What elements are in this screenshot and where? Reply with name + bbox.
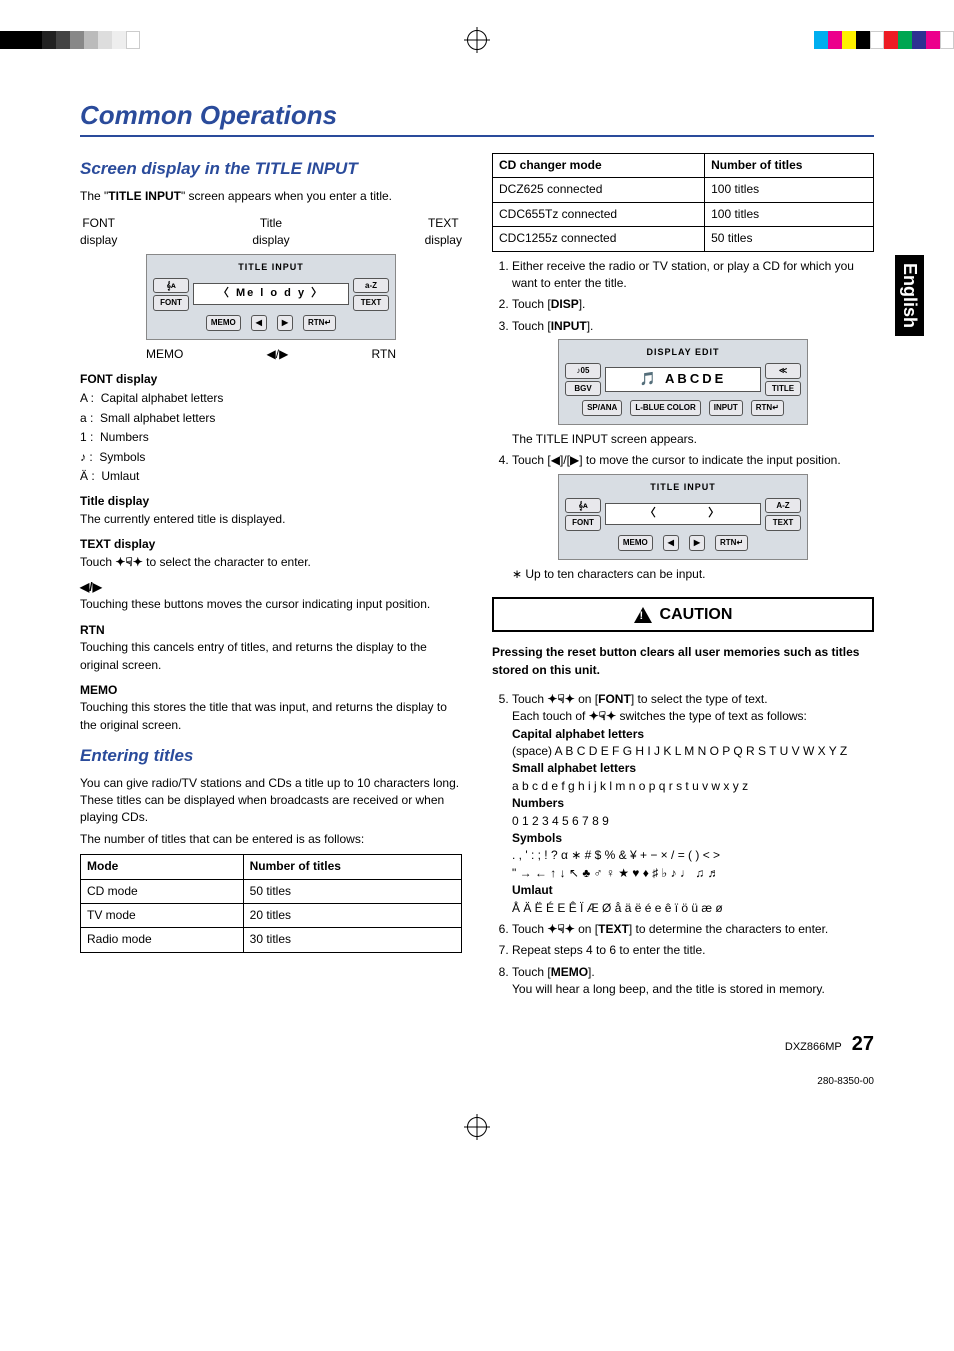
page-footer: DXZ866MP 27: [80, 1033, 874, 1056]
screen-intro: The "TITLE INPUT" screen appears when yo…: [80, 188, 462, 205]
font-display-list: A : Capital alphabet letters a : Small a…: [80, 390, 462, 485]
step-8: Touch [MEMO]. You will hear a long beep,…: [512, 964, 874, 999]
registration-mark-icon: [467, 30, 487, 50]
language-tab: English: [895, 255, 924, 336]
color-bar-right: [814, 31, 954, 49]
rtn-body: Touching this cancels entry of titles, a…: [80, 639, 462, 674]
print-registration-marks: [0, 20, 954, 60]
step-4: Touch [◀]/[▶] to move the cursor to indi…: [492, 452, 874, 469]
color-bar-left: [0, 31, 140, 49]
text-display-body: Touch ✦☟✦ to select the character to ent…: [80, 554, 462, 571]
diagram-bottom-labels: MEMO ◀/▶ RTN: [146, 346, 396, 363]
registration-mark-bottom-icon: [467, 1117, 487, 1137]
step-3: Touch [INPUT].: [512, 318, 874, 335]
caution-body: Pressing the reset button clears all use…: [492, 644, 874, 679]
section-title: Common Operations: [80, 100, 874, 137]
arrows-heading: ◀/▶: [80, 579, 462, 596]
step-2: Touch [DISP].: [512, 296, 874, 313]
memo-body: Touching this stores the title that was …: [80, 699, 462, 734]
title-input-screenshot-1: TITLE INPUT 𝄞ᴀ FONT 〈 Me l o d y 〉 a-Z T…: [146, 254, 396, 340]
after-shot2-text: The TITLE INPUT screen appears.: [512, 431, 874, 448]
memo-heading: MEMO: [80, 682, 462, 699]
part-number: 280-8350-00: [80, 1076, 874, 1087]
caution-box: CAUTION: [492, 597, 874, 632]
step-7: Repeat steps 4 to 6 to enter the title.: [512, 942, 874, 959]
font-display-heading: FONT display: [80, 371, 462, 388]
entering-p2: The number of titles that can be entered…: [80, 831, 462, 848]
right-column: CD changer modeNumber of titles DCZ625 c…: [492, 147, 874, 1003]
title-display-body: The currently entered title is displayed…: [80, 511, 462, 528]
page-number: 27: [852, 1033, 874, 1056]
up-to-ten-note: ∗ Up to ten characters can be input.: [512, 566, 874, 583]
arrows-body: Touching these buttons moves the cursor …: [80, 596, 462, 613]
mode-titles-table: ModeNumber of titles CD mode50 titles TV…: [80, 854, 462, 953]
diagram-top-labels: FONTdisplay Titledisplay TEXTdisplay: [80, 215, 462, 250]
step-5: Touch ✦☟✦ on [FONT] to select the type o…: [512, 691, 874, 917]
title-display-heading: Title display: [80, 493, 462, 510]
step-6: Touch ✦☟✦ on [TEXT] to determine the cha…: [512, 921, 874, 938]
rtn-heading: RTN: [80, 622, 462, 639]
text-display-heading: TEXT display: [80, 536, 462, 553]
heading-entering-titles: Entering titles: [80, 744, 462, 769]
changer-titles-table: CD changer modeNumber of titles DCZ625 c…: [492, 153, 874, 252]
heading-screen-display: Screen display in the TITLE INPUT: [80, 157, 462, 182]
entering-p1: You can give radio/TV stations and CDs a…: [80, 775, 462, 827]
steps-5-8: Touch ✦☟✦ on [FONT] to select the type o…: [492, 691, 874, 999]
display-edit-screenshot: DISPLAY EDIT ♪05 BGV 🎵 ABCDE ≪ TITLE SP/…: [558, 339, 808, 425]
step-1: Either receive the radio or TV station, …: [512, 258, 874, 293]
model-number: DXZ866MP: [785, 1041, 842, 1053]
left-column: Screen display in the TITLE INPUT The "T…: [80, 147, 462, 1003]
warning-icon: [634, 607, 652, 623]
steps-1-3: Either receive the radio or TV station, …: [492, 258, 874, 336]
title-input-screenshot-2: TITLE INPUT 𝄞ᴀ FONT 〈 〉 A-Z TEXT MEMO ◀: [558, 474, 808, 560]
